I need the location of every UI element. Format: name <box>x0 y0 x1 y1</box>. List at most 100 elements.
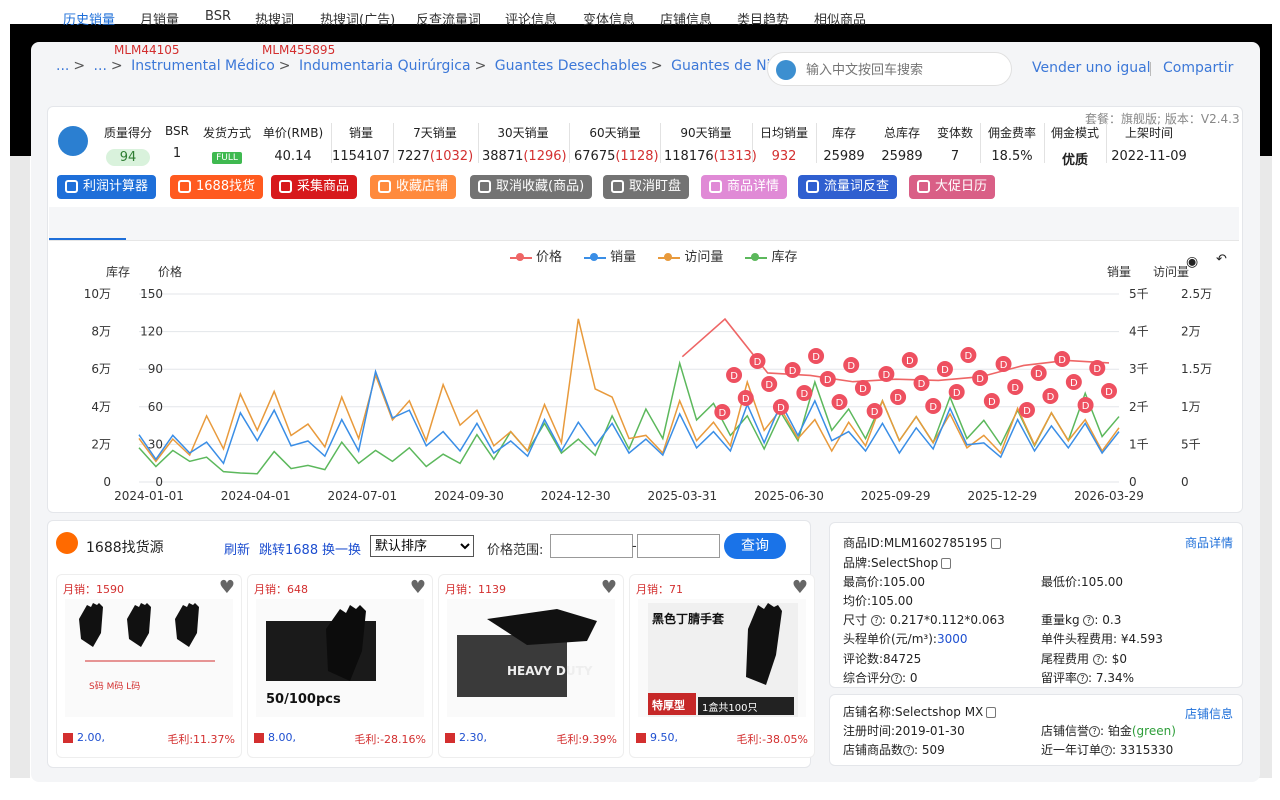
heart-icon[interactable]: ♥ <box>410 577 426 598</box>
stat-label: 变体数 <box>936 126 973 140</box>
heart-icon[interactable]: ♥ <box>601 577 617 598</box>
help-icon[interactable]: ? <box>1089 726 1101 737</box>
product-detail-button[interactable]: 商品详情 <box>701 175 788 199</box>
legend-item-sales[interactable]: 销量 <box>584 250 636 265</box>
rep-label: 店铺信誉 <box>1041 724 1090 738</box>
breadcrumb-separator: > <box>650 58 663 74</box>
tab-traffic-keywords[interactable]: 反查流量词 <box>416 9 481 28</box>
jump-1688-link[interactable]: 跳转1688 <box>259 539 318 558</box>
stat-divider <box>1044 123 1045 163</box>
collect-product-button[interactable]: 采集商品 <box>271 175 358 199</box>
tab-variants[interactable]: 变体信息 <box>583 9 635 28</box>
tab-store-info[interactable]: 店铺信息 <box>660 9 712 28</box>
head-unit-value[interactable]: 3000 <box>937 632 968 646</box>
breadcrumb-item[interactable]: Guantes Desechables <box>495 58 647 74</box>
breadcrumb-item[interactable]: ... <box>56 58 69 74</box>
find-1688-button[interactable]: 1688找货 <box>170 175 264 199</box>
home-icon <box>917 180 930 193</box>
stat-daily-value: (1313) <box>713 149 757 164</box>
copy-icon[interactable] <box>990 538 1001 549</box>
help-icon[interactable]: ? <box>870 615 882 626</box>
store-reputation: 店铺信誉?: 铂金(green) <box>1041 722 1176 739</box>
product-detail-link[interactable]: 商品详情 <box>1185 534 1233 551</box>
profit-calculator-button[interactable]: 利润计算器 <box>57 175 157 199</box>
legend-label: 访问量 <box>684 250 724 265</box>
visits-tick-label: 1.5万 <box>1181 362 1212 376</box>
event-marker-label: D <box>1000 360 1008 371</box>
store-info-link[interactable]: 店铺信息 <box>1185 705 1233 722</box>
x-tick-label: 2024-04-01 <box>221 489 291 503</box>
visits-tick-label: 2万 <box>1181 325 1201 339</box>
weight-label: 重量kg <box>1041 613 1080 627</box>
help-icon[interactable]: ? <box>903 745 915 756</box>
promo-calendar-button[interactable]: 大促日历 <box>909 175 996 199</box>
help-icon[interactable]: ? <box>1083 615 1095 626</box>
share-link[interactable]: Compartir <box>1163 60 1233 76</box>
tab-hot-keywords[interactable]: 热搜词 <box>255 9 294 28</box>
query-button[interactable]: 查询 <box>724 533 786 559</box>
product-image[interactable]: 50/100pcs <box>256 599 424 717</box>
breadcrumb-id-2: MLM455895 <box>262 43 336 57</box>
product-image[interactable]: S码 M码 L码 <box>65 599 233 717</box>
refresh-link[interactable]: 刷新 <box>224 539 250 558</box>
event-marker-label: D <box>754 357 762 368</box>
stat-label: 上架时间 <box>1124 126 1173 140</box>
stat-label: 30天销量 <box>497 126 549 140</box>
search-circle-icon <box>806 180 819 193</box>
stat-30d-sales: 30天销量 38871(1296) <box>482 124 567 164</box>
eye-icon[interactable]: ◉ <box>1186 254 1198 270</box>
breadcrumb-item[interactable]: Instrumental Médico <box>131 58 275 74</box>
favorite-store-button[interactable]: 收藏店铺 <box>370 175 457 199</box>
product-card[interactable]: 月销：71 ♥ 黑色丁腈手套 特厚型 1盒共100只 9.50, 毛利:-38.… <box>629 574 815 758</box>
breadcrumb-item[interactable]: Indumentaria Quirúrgica <box>299 58 471 74</box>
product-image[interactable]: 黑色丁腈手套 特厚型 1盒共100只 <box>638 599 806 717</box>
help-icon[interactable]: ? <box>1092 654 1104 665</box>
store-name: 店铺名称:Selectshop MX <box>843 703 997 720</box>
product-image[interactable]: HEAVY DUTY <box>447 599 615 717</box>
swap-link[interactable]: 换一换 <box>322 539 361 558</box>
count-label: 店铺商品数 <box>843 743 904 757</box>
brand-text: 品牌:SelectShop <box>843 556 939 570</box>
legend-item-stock[interactable]: 库存 <box>745 250 797 265</box>
max-price: 最高价:105.00 <box>843 575 926 589</box>
help-icon[interactable]: ? <box>1077 673 1089 684</box>
retention-label: 留评率 <box>1041 671 1078 685</box>
stat-value: 40.14 <box>274 149 312 164</box>
heart-icon[interactable]: ♥ <box>792 577 808 598</box>
tab-category-trend[interactable]: 类目趋势 <box>737 9 789 28</box>
sort-select[interactable]: 默认排序 <box>370 535 474 557</box>
tab-history-sales[interactable]: 历史销量 <box>63 9 115 28</box>
tab-bsr[interactable]: BSR <box>205 9 231 24</box>
help-icon[interactable]: ? <box>891 673 903 684</box>
legend-item-visits[interactable]: 访问量 <box>658 250 723 265</box>
product-card[interactable]: 月销：1590 ♥ S码 M码 L码 2.00, 毛利:11.37% <box>56 574 242 758</box>
tab-reviews[interactable]: 评论信息 <box>505 9 557 28</box>
reset-icon[interactable]: ↶ <box>1216 252 1227 267</box>
product-card[interactable]: 月销：1139 ♥ HEAVY DUTY 2.30, 毛利:9.39% <box>438 574 624 758</box>
price-min-input[interactable] <box>550 534 633 558</box>
1688-icon <box>178 180 191 193</box>
heart-icon[interactable]: ♥ <box>219 577 235 598</box>
breadcrumb-item[interactable]: ... <box>94 58 107 74</box>
search-input[interactable] <box>806 59 1006 81</box>
product-price: 8.00, <box>268 731 296 744</box>
help-icon[interactable]: ? <box>1101 745 1113 756</box>
unfavorite-product-button[interactable]: 取消收藏(商品) <box>470 175 593 199</box>
event-marker-label: D <box>1058 355 1066 366</box>
traffic-keyword-button[interactable]: 流量词反查 <box>798 175 898 199</box>
copy-icon[interactable] <box>941 558 952 569</box>
history-chart[interactable]: 10万 150 5千 2.5万 8万 120 4千 2万 6万 90 3千 1.5万 4万 60 2千 1万 2… <box>49 244 1239 510</box>
sell-similar-link[interactable]: Vender uno igual <box>1032 60 1151 76</box>
legend-item-price[interactable]: 价格 <box>510 250 562 265</box>
product-card[interactable]: 月销：648 ♥ 50/100pcs 8.00, 毛利:-28.16% <box>247 574 433 758</box>
price-axis-title: 价格 <box>158 264 182 279</box>
tab-hot-keywords-ads[interactable]: 热搜词(广告) <box>320 9 395 28</box>
sales-tick-label: 3千 <box>1129 362 1149 376</box>
stat-daily-value: (1032) <box>429 149 474 164</box>
tab-similar-products[interactable]: 相似商品 <box>814 9 866 28</box>
price-max-input[interactable] <box>637 534 720 558</box>
tab-monthly-sales[interactable]: 月销量 <box>140 9 179 28</box>
copy-icon[interactable] <box>986 707 997 718</box>
price-icon <box>445 733 455 743</box>
cancel-watch-button[interactable]: 取消盯盘 <box>603 175 690 199</box>
